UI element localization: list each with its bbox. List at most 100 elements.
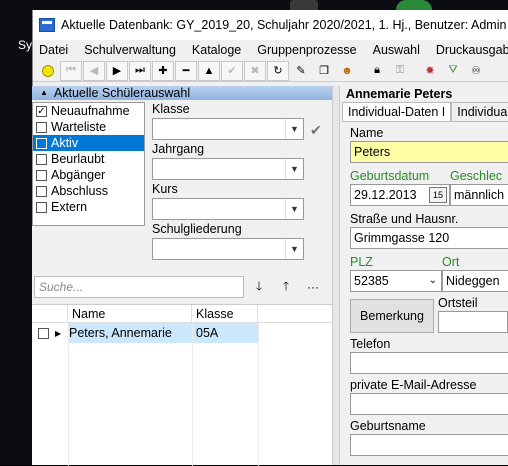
copy-icon[interactable]: ❐ [313, 61, 335, 81]
status-label: Aktiv [51, 136, 79, 150]
filter-icon[interactable]: ⛛ [442, 61, 464, 81]
lock-icon[interactable]: 🔒︎ [366, 61, 388, 81]
selection-header-label: Aktuelle Schülerauswahl [53, 86, 191, 100]
window-title: Aktuelle Datenbank: GY_2019_20, Schuljah… [61, 18, 507, 32]
user-icon[interactable]: ☻ [336, 61, 358, 81]
grid-header: Name Klasse [32, 305, 332, 323]
row-name[interactable]: Peters, Annemarie [68, 323, 192, 343]
calendar-icon[interactable]: 15 [429, 187, 447, 203]
grid-header-klasse[interactable]: Klasse [192, 305, 258, 322]
status-checkbox[interactable] [36, 137, 47, 149]
plz-combo[interactable]: 52385 ⌄ [350, 270, 442, 292]
ortsteil-field[interactable] [438, 311, 508, 333]
klasse-combo[interactable]: ▼ [152, 118, 304, 140]
desktop-text: Sy [18, 38, 33, 52]
prev-record-icon[interactable]: ◀ [83, 60, 105, 81]
last-record-icon[interactable]: ⏭ [129, 60, 151, 81]
sort-down-icon[interactable]: 🡓 [247, 276, 271, 298]
tab-individual-daten-2[interactable]: Individua [451, 102, 508, 121]
add-record-icon[interactable]: ✚ [152, 60, 174, 81]
telefon-field[interactable] [350, 352, 508, 374]
row-checkbox[interactable] [38, 327, 49, 339]
menu-gruppenprozesse[interactable]: Gruppenprozesse [257, 43, 356, 57]
jahrgang-combo[interactable]: ▼ [152, 158, 304, 180]
grid-header-select [32, 305, 68, 322]
tools-icon[interactable]: ✎ [290, 61, 312, 81]
geschlecht-field[interactable]: männlich [450, 184, 508, 206]
chevron-down-icon[interactable]: ▼ [285, 119, 303, 139]
name-field[interactable]: Peters [350, 141, 508, 163]
chevron-down-icon[interactable]: ▼ [285, 239, 303, 259]
status-item[interactable]: Beurlaubt [33, 151, 144, 167]
menu-datei[interactable]: Datei [39, 43, 68, 57]
strasse-label: Straße und Hausnr. [350, 212, 459, 226]
table-row[interactable]: ▶ Peters, Annemarie 05A [32, 323, 332, 343]
plz-label: PLZ [350, 255, 373, 269]
cancel-icon[interactable]: ✖ [244, 60, 266, 81]
row-klasse[interactable]: 05A [192, 323, 258, 343]
status-circle-icon[interactable] [37, 61, 59, 81]
menu-druckausgabe[interactable]: Druckausgabe [436, 43, 508, 57]
status-item[interactable]: Extern [33, 199, 144, 215]
kurs-label: Kurs [152, 182, 178, 196]
student-selection-panel: ▲ Aktuelle Schülerauswahl ✓ Neuaufnahme Wa… [32, 86, 332, 466]
status-item[interactable]: ✓ Neuaufnahme [33, 103, 144, 119]
kurs-combo[interactable]: ▼ [152, 198, 304, 220]
chevron-down-icon[interactable]: ⌄ [429, 271, 437, 291]
panel-splitter[interactable] [332, 86, 340, 465]
edit-record-icon[interactable]: ▲ [198, 60, 220, 81]
tools-wizard-icon[interactable]: ✸ [419, 61, 441, 81]
binoculars-icon[interactable]: ♾ [465, 61, 487, 81]
refresh-icon[interactable]: ↻ [267, 60, 289, 81]
row-indicator-icon: ▶ [55, 328, 62, 338]
menu-schulverwaltung[interactable]: Schulverwaltung [84, 43, 176, 57]
grid-header-name[interactable]: Name [68, 305, 192, 322]
key-icon[interactable]: ⚿ [389, 61, 411, 81]
geburtsname-field[interactable] [350, 434, 508, 456]
status-checkbox[interactable] [36, 185, 47, 197]
tab-individual-daten-1[interactable]: Individual-Daten I [342, 102, 452, 121]
first-record-icon[interactable]: ⏮ [60, 60, 82, 81]
status-checkbox[interactable] [36, 201, 47, 213]
plz-value: 52385 [354, 274, 389, 288]
next-record-icon[interactable]: ▶ [106, 60, 128, 81]
geburtsdatum-label: Geburtsdatum [350, 169, 430, 183]
confirm-icon[interactable]: ✔ [221, 60, 243, 81]
geburtsdatum-value: 29.12.2013 [354, 188, 417, 202]
search-input[interactable]: Suche... [34, 276, 244, 298]
status-item[interactable]: Abgänger [33, 167, 144, 183]
status-checkbox[interactable] [36, 169, 47, 181]
chevron-down-icon[interactable]: ▼ [285, 199, 303, 219]
grid-divider [192, 323, 193, 466]
status-item[interactable]: Abschluss [33, 183, 144, 199]
jahrgang-label: Jahrgang [152, 142, 205, 156]
status-label: Beurlaubt [51, 152, 105, 166]
collapse-triangle-icon[interactable]: ▲ [40, 86, 48, 100]
delete-record-icon[interactable]: ━ [175, 60, 197, 81]
status-item[interactable]: Aktiv [33, 135, 144, 151]
menu-auswahl[interactable]: Auswahl [373, 43, 420, 57]
menu-kataloge[interactable]: Kataloge [192, 43, 241, 57]
status-label: Warteliste [51, 120, 107, 134]
status-checkbox[interactable]: ✓ [36, 105, 47, 117]
chevron-down-icon[interactable]: ▼ [285, 159, 303, 179]
schulgliederung-combo[interactable]: ▼ [152, 238, 304, 260]
email-field[interactable] [350, 393, 508, 415]
ort-field[interactable]: Nideggen [442, 270, 508, 292]
more-options-icon[interactable]: ··· [301, 276, 325, 298]
filter-area: Klasse ▼ Jahrgang ▼ Kurs ▼ Schulgliederu… [152, 102, 330, 262]
apply-check-icon[interactable]: ✔ [310, 122, 322, 139]
schulgliederung-label: Schulgliederung [152, 222, 242, 236]
strasse-field[interactable]: Grimmgasse 120 [350, 227, 508, 249]
title-bar: Aktuelle Datenbank: GY_2019_20, Schuljah… [33, 10, 508, 40]
selection-header[interactable]: ▲ Aktuelle Schülerauswahl [32, 86, 332, 100]
bemerkung-button[interactable]: Bemerkung [350, 299, 434, 333]
geburtsdatum-field[interactable]: 29.12.2013 15 [350, 184, 450, 206]
status-checkbox[interactable] [36, 153, 47, 165]
geschlecht-label: Geschlec [450, 169, 503, 183]
sort-up-icon[interactable]: 🡑 [274, 276, 298, 298]
geburtsname-label: Geburtsname [350, 419, 426, 433]
status-checkbox[interactable] [36, 121, 47, 133]
status-item[interactable]: Warteliste [33, 119, 144, 135]
status-label: Neuaufnahme [51, 104, 130, 118]
